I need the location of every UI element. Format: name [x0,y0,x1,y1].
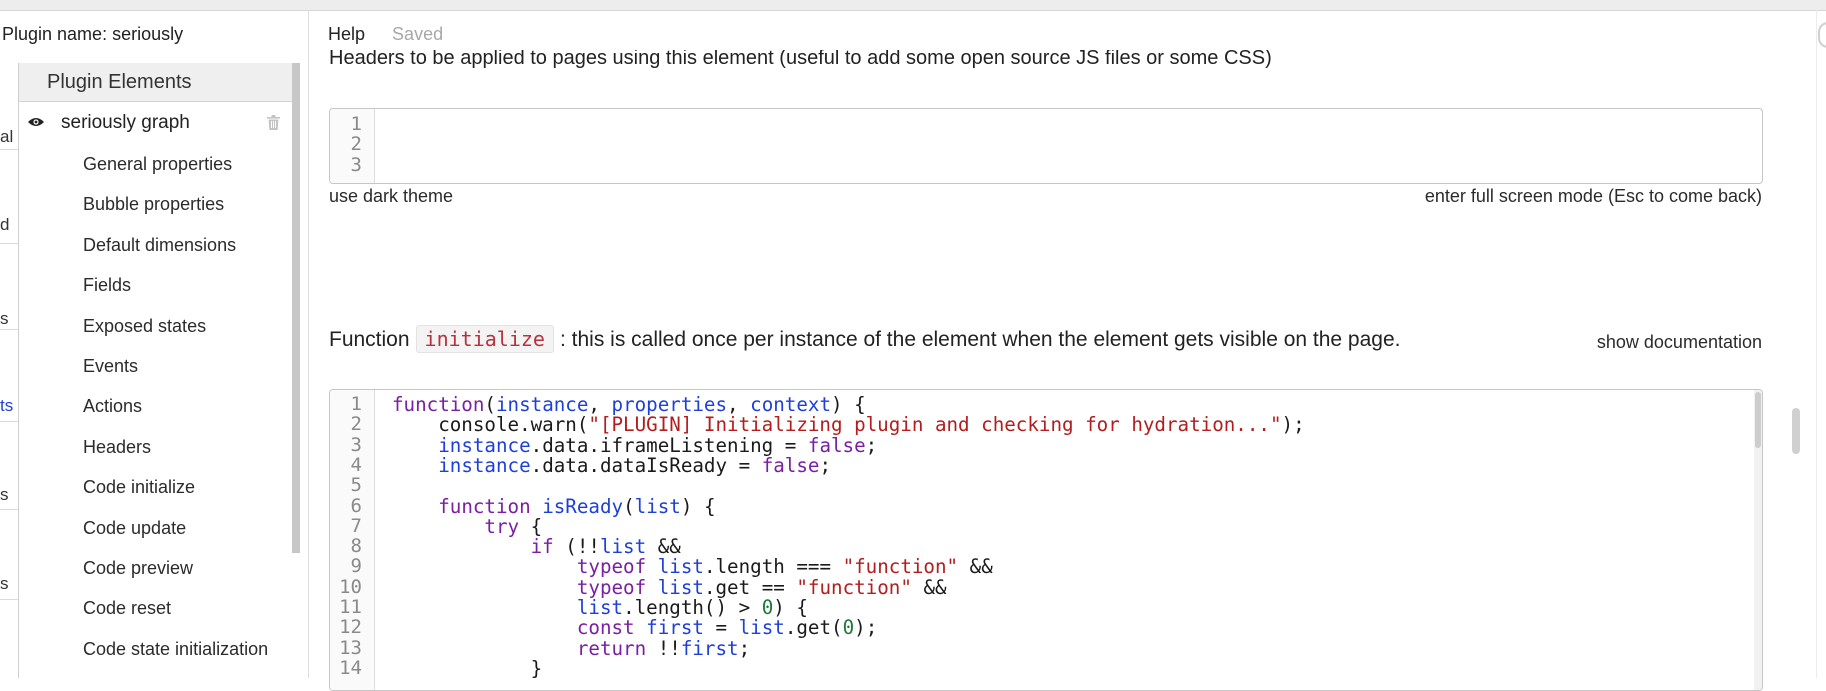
code-token: 0 [842,616,855,640]
panel-divider [308,10,309,678]
nav-item-general-properties[interactable]: General properties [19,144,293,184]
left-nav-fragment[interactable]: ts [0,396,13,416]
code-token: } [392,656,543,680]
left-nav-separator [0,243,18,244]
line-number: 2 [350,413,362,436]
saved-status: Saved [392,24,444,44]
line-number: 8 [350,535,362,558]
line-number: 2 [350,133,362,156]
nav-item-code-state-initialization[interactable]: Code state initialization [19,629,293,669]
line-number: 1 [350,393,362,415]
code-token: .data.dataIsReady = [530,453,762,477]
left-nav-fragment[interactable]: s [0,309,9,329]
code-token: isReady [542,494,624,518]
left-nav-separator [0,421,18,422]
line-number: 5 [350,474,362,497]
dark-theme-toggle[interactable]: use dark theme [329,186,453,207]
left-nav-cropped: al d s ts s s [0,63,18,678]
nav-item-code-initialize[interactable]: Code initialize [19,467,293,507]
nav-item-code-update[interactable]: Code update [19,508,293,548]
code-token: ( [623,494,635,518]
left-nav-fragment[interactable]: al [0,127,13,147]
line-number: 14 [339,656,362,679]
code-token: ) { [680,494,716,518]
initialize-line-gutter: 1 2 3 4 5 6 7 8 9 10 11 12 13 14 [330,390,375,690]
editor-scrollbar-thumb[interactable] [1755,392,1761,448]
eye-icon[interactable] [28,117,44,127]
element-name[interactable]: seriously graph [61,102,190,144]
left-nav-separator [0,509,18,510]
line-number: 3 [350,153,362,176]
window-top-strip [0,0,1826,11]
trash-icon[interactable] [267,115,280,130]
nav-item-code-preview[interactable]: Code preview [19,548,293,588]
left-nav-separator [0,149,18,150]
show-documentation-link[interactable]: show documentation [1597,332,1762,353]
plugin-elements-header: Plugin Elements [19,63,293,102]
line-number: 10 [339,575,362,598]
left-nav-fragment[interactable]: s [0,574,9,594]
code-token: !! [646,636,681,660]
nav-item-bubble-properties[interactable]: Bubble properties [19,184,293,224]
plugin-elements-panel: Plugin Elements seriously graph General … [18,63,293,678]
sidebar-scrollbar[interactable] [292,63,300,553]
code-token: first [680,636,739,660]
code-token: "function" [796,575,912,599]
line-number: 1 [350,113,362,135]
nav-item-default-dimensions[interactable]: Default dimensions [19,225,293,265]
left-nav-fragment[interactable]: s [0,485,9,505]
function-description: : this is called once per instance of th… [559,328,1401,351]
code-token: list [634,494,681,518]
left-nav-separator [0,599,18,600]
code-token: && [911,575,947,599]
full-screen-toggle[interactable]: enter full screen mode (Esc to come back… [1425,186,1762,207]
right-edge-divider [1816,10,1817,678]
help-link[interactable]: Help [328,24,365,44]
headers-description: Headers to be applied to pages using thi… [329,50,1272,74]
element-nav-list: General properties Bubble properties Defau… [19,144,293,669]
left-nav-separator [0,329,18,330]
headers-code-editor[interactable]: 123 [329,108,1763,184]
code-line[interactable]: } [392,656,543,680]
code-token: ; [865,433,878,457]
code-token: return [576,636,647,660]
line-number: 7 [350,514,362,537]
nav-item-code-reset[interactable]: Code reset [19,588,293,628]
initialize-description: Function initialize: this is called once … [329,325,1401,353]
code-token: ); [1281,413,1305,437]
function-prefix: Function [329,328,410,351]
editor-scrollbar-track[interactable] [1754,390,1762,690]
nav-item-events[interactable]: Events [19,346,293,386]
line-number: 11 [339,596,362,618]
code-token: .get( [784,616,843,640]
code-token: false [761,453,820,477]
nav-item-fields[interactable]: Fields [19,265,293,305]
headers-line-gutter: 123 [330,109,375,183]
line-number: 6 [350,494,362,517]
code-token: instance [438,453,531,477]
nav-item-actions[interactable]: Actions [19,386,293,426]
nav-item-headers[interactable]: Headers [19,427,293,467]
line-number: 9 [350,555,362,578]
line-number: 3 [350,433,362,456]
page-scrollbar[interactable] [1792,408,1800,454]
left-nav-fragment[interactable]: d [0,215,9,235]
right-edge-control[interactable] [1818,22,1826,48]
plugin-name-label: Plugin name: seriously [2,24,184,44]
line-number: 4 [350,453,362,476]
code-token: && [958,555,993,579]
headers-description-text: Headers to be applied to pages using thi… [329,50,1272,69]
code-line[interactable]: instance.data.dataIsReady = false; [392,454,831,477]
code-token: ; [819,453,832,477]
line-number: 12 [339,616,362,639]
function-name-chip: initialize [415,325,554,353]
editor-toolbar: Help Saved [328,24,443,45]
code-token: ; [738,636,751,660]
code-token: ); [854,616,878,640]
line-number: 13 [339,636,362,659]
element-row-seriously-graph[interactable]: seriously graph [19,102,293,144]
initialize-code-editor[interactable]: 1 2 3 4 5 6 7 8 9 10 11 12 13 14 function(instance, p… [329,389,1763,691]
nav-item-exposed-states[interactable]: Exposed states [19,306,293,346]
